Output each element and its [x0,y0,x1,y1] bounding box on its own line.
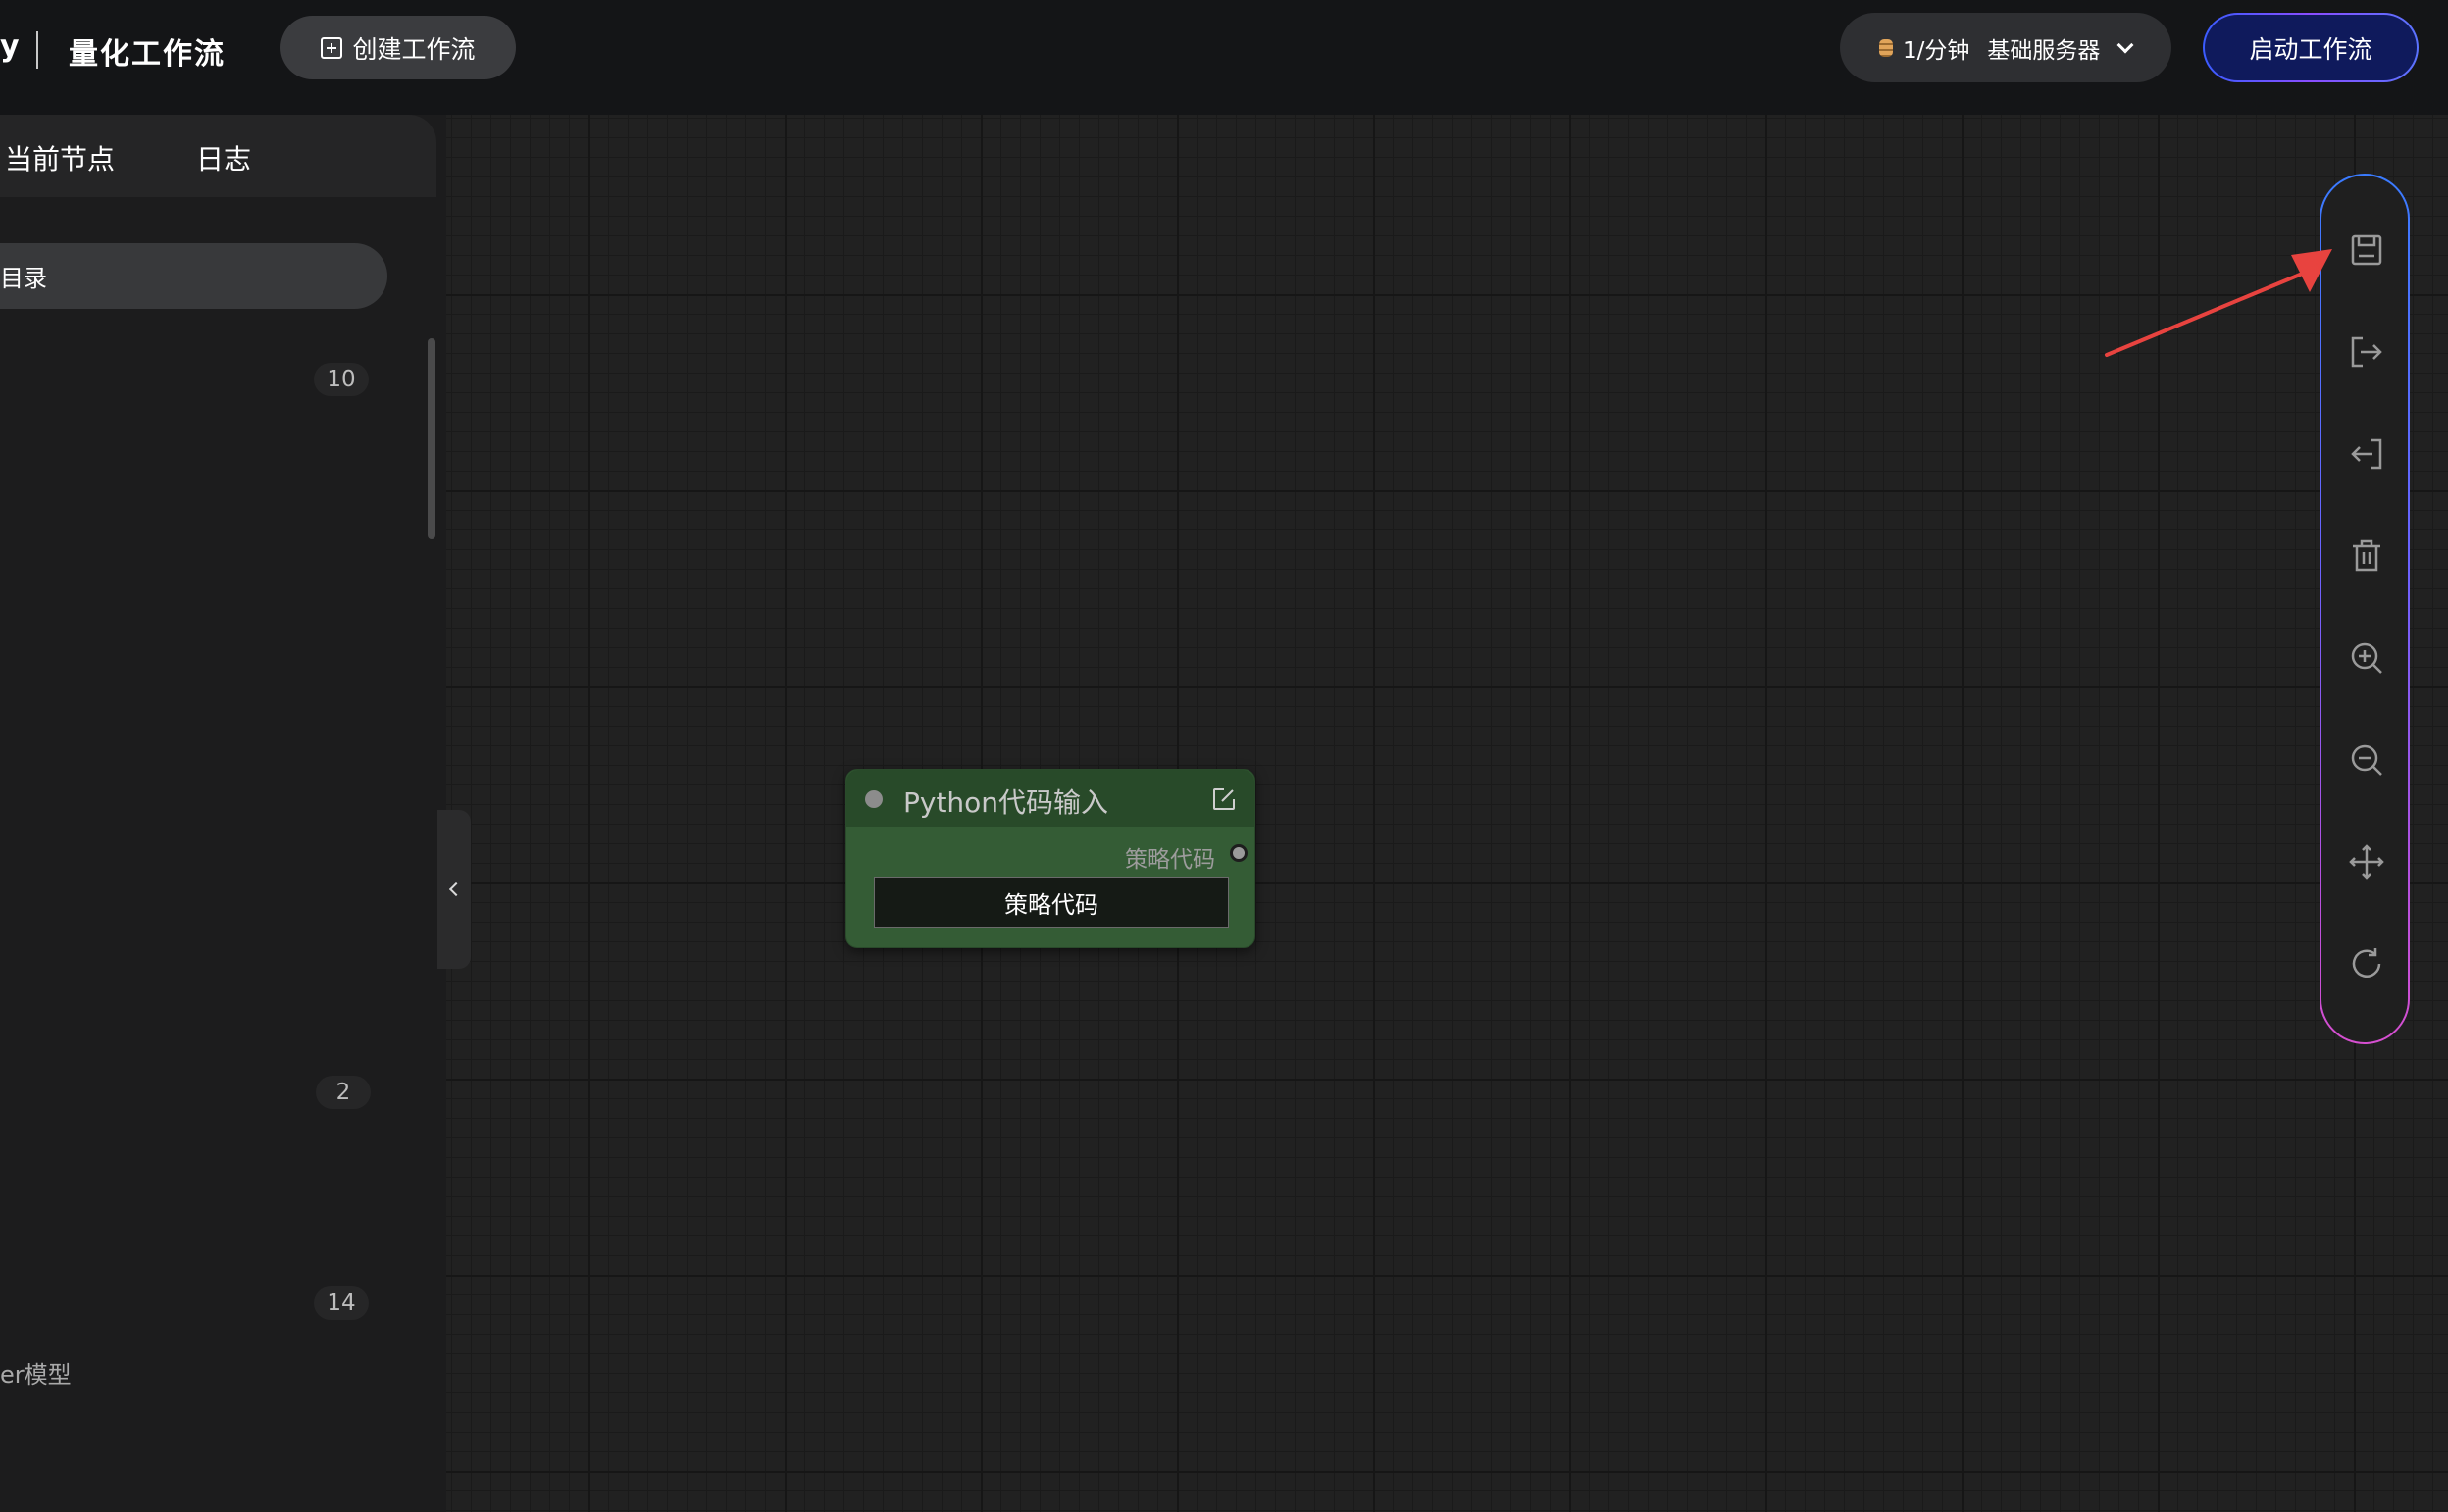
strategy-code-field[interactable]: 策略代码 [874,877,1229,928]
node-title: Python代码输入 [903,786,1109,819]
import-icon[interactable] [2347,434,2386,474]
zoom-out-icon[interactable] [2347,740,2386,780]
tab-current-node[interactable]: 当前节点 [5,138,115,177]
directory-item[interactable] [0,243,387,309]
output-label: 策略代码 [1125,847,1215,873]
server-name: 基础服务器 [1987,37,2101,64]
tab-log[interactable]: 日志 [196,138,251,177]
brand-logo-tail: y [0,29,20,64]
start-workflow-button[interactable]: 启动工作流 [2203,13,2419,82]
top-bar: y 量化工作流 创建工作流 1/分钟 基础服务器 启动工作流 [0,0,2448,115]
collapse-panel-button[interactable] [437,810,471,969]
edit-icon[interactable] [1211,786,1237,812]
count-badge: 10 [314,363,369,396]
panel-scrollbar[interactable] [428,338,435,539]
node-header: Python代码输入 [846,770,1254,827]
app-title: 量化工作流 [69,37,226,72]
server-select[interactable]: 1/分钟 基础服务器 [1840,13,2171,82]
save-icon[interactable] [2347,230,2386,270]
panel-tabs: 当前节点 日志 [0,115,436,197]
create-workflow-label: 创建工作流 [352,34,476,64]
add-square-icon [321,36,343,59]
export-icon[interactable] [2347,332,2386,372]
refresh-icon[interactable] [2347,944,2386,983]
left-panel: 当前节点 日志 目录 10 2 14 er模型 [0,115,446,1512]
count-badge: 2 [316,1076,371,1109]
chevron-left-icon [448,882,464,897]
output-port[interactable] [1230,844,1248,862]
delete-icon[interactable] [2347,536,2386,576]
rate-label: 1/分钟 [1903,37,1970,64]
count-badge: 14 [314,1286,369,1320]
brand-divider [36,31,38,69]
move-icon[interactable] [2347,842,2386,882]
chevron-down-icon [2116,36,2134,53]
directory-label: 目录 [0,265,47,292]
create-workflow-button[interactable]: 创建工作流 [280,16,516,79]
node-status-dot [865,790,883,808]
zoom-in-icon[interactable] [2347,638,2386,678]
python-code-input-node[interactable]: Python代码输入 策略代码 策略代码 [845,769,1255,948]
annotation-arrow-icon [2105,249,2332,357]
list-item-model[interactable]: er模型 [0,1355,72,1389]
coin-stack-icon [1879,38,1893,57]
